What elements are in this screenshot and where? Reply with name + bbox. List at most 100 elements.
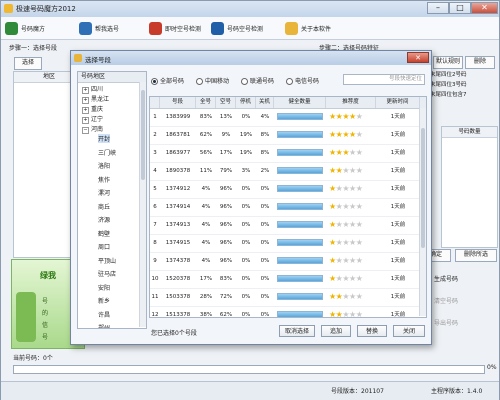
segment-table-scrollbar[interactable] (419, 108, 426, 316)
select-segment-button[interactable]: 选择 (14, 57, 42, 70)
tree-city[interactable]: 洛阳 (98, 161, 110, 170)
cell-segment: 1863977 (165, 150, 191, 156)
tree-city[interactable]: 新乡 (98, 296, 110, 305)
column-header-updated[interactable]: 更新时间 (376, 97, 420, 108)
tree-city[interactable]: 焦作 (98, 175, 110, 184)
table-row[interactable]: 7 1374913 4% 96% 0% 0% ★★★★★ 1天前 (150, 216, 420, 235)
toolbar-about-button[interactable]: 关于本软件 (285, 20, 331, 36)
radio-unicom[interactable]: 联通号码 (241, 76, 274, 85)
cell-index: 7 (153, 222, 157, 228)
cell-empty: 96% (219, 240, 233, 246)
star-empty-icon: ★ (349, 166, 356, 175)
expand-toggle-icon[interactable]: + (82, 97, 89, 104)
toolbar-empty-check-button[interactable]: 号码空号检测 (211, 20, 263, 36)
tree-city[interactable]: 平顶山 (98, 256, 116, 265)
scroll-thumb[interactable] (141, 90, 145, 180)
cell-off: 0% (260, 258, 270, 264)
tree-city[interactable]: 驻马店 (98, 269, 116, 278)
tree-city[interactable]: 三门峡 (98, 148, 116, 157)
star-empty-icon: ★ (342, 256, 350, 265)
star-filled-icon: ★ (329, 202, 336, 211)
tree-province[interactable]: + 辽宁 (82, 114, 103, 124)
table-row[interactable]: 3 1863977 56% 17% 19% 8% ★★★★★ 1天前 (150, 144, 420, 163)
cell-stop: 0% (241, 312, 251, 318)
region-tree-scrollbar[interactable] (139, 82, 146, 327)
table-row[interactable]: 9 1374378 4% 96% 0% 0% ★★★★★ 1天前 (150, 252, 420, 271)
replace-button[interactable]: 替换 (357, 325, 387, 337)
tree-city[interactable]: 商丘 (98, 202, 110, 211)
window-title: 极速号码魔方2012 (16, 5, 76, 13)
table-row[interactable]: 10 1520378 17% 83% 0% 0% ★★★★★ 1天前 (150, 270, 420, 289)
tree-city[interactable]: 安阳 (98, 283, 110, 292)
expand-toggle-icon[interactable]: + (82, 117, 89, 124)
tree-city[interactable]: 郑州 (98, 323, 110, 328)
region-tree-header: 号码地区 (78, 72, 146, 83)
cell-full: 62% (199, 132, 213, 138)
scroll-thumb[interactable] (421, 128, 425, 248)
cell-index: 12 (151, 312, 159, 318)
cell-full: 83% (199, 114, 213, 120)
cell-updated: 1天前 (390, 240, 406, 246)
tree-city[interactable]: 周口 (98, 242, 110, 251)
tree-province[interactable]: + 四川 (82, 84, 103, 94)
close-dialog-button[interactable]: 关闭 (393, 325, 425, 337)
toolbar-pick-number-button[interactable]: 帮我选号 (79, 20, 119, 36)
table-row[interactable]: 8 1374915 4% 96% 0% 0% ★★★★★ 1天前 (150, 234, 420, 253)
star-filled-icon: ★ (329, 292, 336, 301)
delete-selected-button[interactable]: 删除所选 (455, 249, 497, 262)
column-header-stop[interactable]: 停机 (236, 97, 256, 108)
radio-all[interactable]: 全部号码 (151, 76, 184, 85)
cancel-selection-button[interactable]: 取消选择 (279, 325, 315, 337)
expand-toggle-icon[interactable]: + (82, 107, 89, 114)
column-header-bar[interactable]: 健全数量 (274, 97, 326, 108)
star-filled-icon: ★ (329, 166, 336, 175)
table-row[interactable]: 1 1383999 83% 13% 0% 4% ★★★★★ 1天前 (150, 108, 420, 127)
tree-city[interactable]: 济源 (98, 215, 110, 224)
radio-icon (241, 78, 249, 85)
table-row[interactable]: 12 1513378 38% 62% 0% 0% ★★★★★ 1天前 (150, 306, 420, 318)
tree-city[interactable]: 许昌 (98, 310, 110, 319)
rating-stars: ★★★★★ (329, 198, 363, 216)
tree-city[interactable]: 漯河 (98, 188, 110, 197)
column-header-segment[interactable]: 号段 (160, 97, 196, 108)
rating-stars: ★★★★★ (329, 180, 363, 198)
cell-segment: 1374912 (165, 186, 191, 192)
radio-mobile[interactable]: 中国移动 (196, 76, 229, 85)
table-row[interactable]: 11 1503378 28% 72% 0% 0% ★★★★★ 1天前 (150, 288, 420, 307)
default-rule-button[interactable]: 默认规则 (433, 56, 463, 69)
tree-city[interactable]: 鹤壁 (98, 229, 110, 238)
toolbar-instant-check-button[interactable]: 即时空号检测 (149, 20, 201, 36)
column-header-full[interactable]: 全号 (196, 97, 216, 108)
tree-city[interactable]: 开封 (98, 134, 111, 143)
expand-toggle-icon[interactable]: + (82, 87, 89, 94)
star-filled-icon: ★ (329, 130, 336, 139)
tree-province[interactable]: − 河南 (82, 124, 103, 134)
radio-telecom[interactable]: 电信号码 (286, 76, 319, 85)
table-row[interactable]: 6 1374914 4% 96% 0% 0% ★★★★★ 1天前 (150, 198, 420, 217)
minimize-button[interactable]: – (427, 2, 449, 14)
table-row[interactable]: 4 1890378 11% 79% 3% 2% ★★★★★ 1天前 (150, 162, 420, 181)
cell-full: 4% (201, 186, 211, 192)
dialog-close-button[interactable]: ✕ (407, 52, 429, 63)
toolbar-number-magic-button[interactable]: 号码魔方 (5, 20, 45, 36)
column-header-off[interactable]: 关机 (256, 97, 274, 108)
expand-toggle-icon[interactable]: − (82, 127, 89, 134)
maximize-button[interactable]: □ (449, 2, 471, 14)
cell-stop: 19% (239, 132, 253, 138)
toolbar-label: 号码空号检测 (227, 25, 264, 33)
delete-rule-button[interactable]: 删除 (465, 56, 495, 69)
cell-off: 8% (260, 150, 270, 156)
cell-index: 8 (153, 240, 157, 246)
tree-province[interactable]: + 黑龙江 (82, 94, 109, 104)
tree-province[interactable]: + 重庆 (82, 104, 103, 114)
append-button[interactable]: 追加 (321, 325, 351, 337)
table-row[interactable]: 2 1863781 62% 9% 19% 8% ★★★★★ 1天前 (150, 126, 420, 145)
close-button[interactable]: ✕ (471, 2, 498, 14)
column-header-index[interactable] (150, 97, 160, 108)
step-one-label: 步骤一：选择号段 (9, 45, 58, 52)
star-filled-icon: ★ (329, 112, 336, 121)
column-header-rating[interactable]: 推荐度 (326, 97, 376, 108)
table-row[interactable]: 5 1374912 4% 96% 0% 0% ★★★★★ 1天前 (150, 180, 420, 199)
segment-search-input[interactable]: 号段快速定位 (343, 74, 425, 85)
column-header-empty[interactable]: 空号 (216, 97, 236, 108)
